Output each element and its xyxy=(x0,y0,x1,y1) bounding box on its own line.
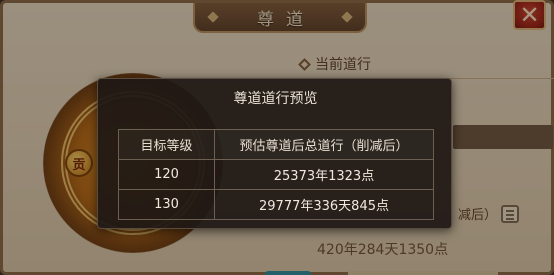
table-row: 120 25373年1323点 xyxy=(118,159,434,190)
total-cell: 25373年1323点 xyxy=(214,159,434,190)
column-header-estimated-total: 预估尊道后总道行（削减后） xyxy=(214,129,434,160)
total-cell: 29777年336天845点 xyxy=(214,189,434,220)
preview-table: 目标等级 预估尊道后总道行（削减后） 120 25373年1323点 130 2… xyxy=(118,129,434,220)
level-cell: 120 xyxy=(118,159,215,190)
table-row: 130 29777年336天845点 xyxy=(118,189,434,220)
popup-title: 尊道道行预览 xyxy=(233,91,318,107)
column-header-target-level: 目标等级 xyxy=(118,129,215,160)
dao-preview-popup: 尊道道行预览 目标等级 预估尊道后总道行（削减后） 120 25373年1323… xyxy=(97,78,452,229)
level-cell: 130 xyxy=(118,189,215,220)
table-header-row: 目标等级 预估尊道后总道行（削减后） xyxy=(118,129,434,160)
